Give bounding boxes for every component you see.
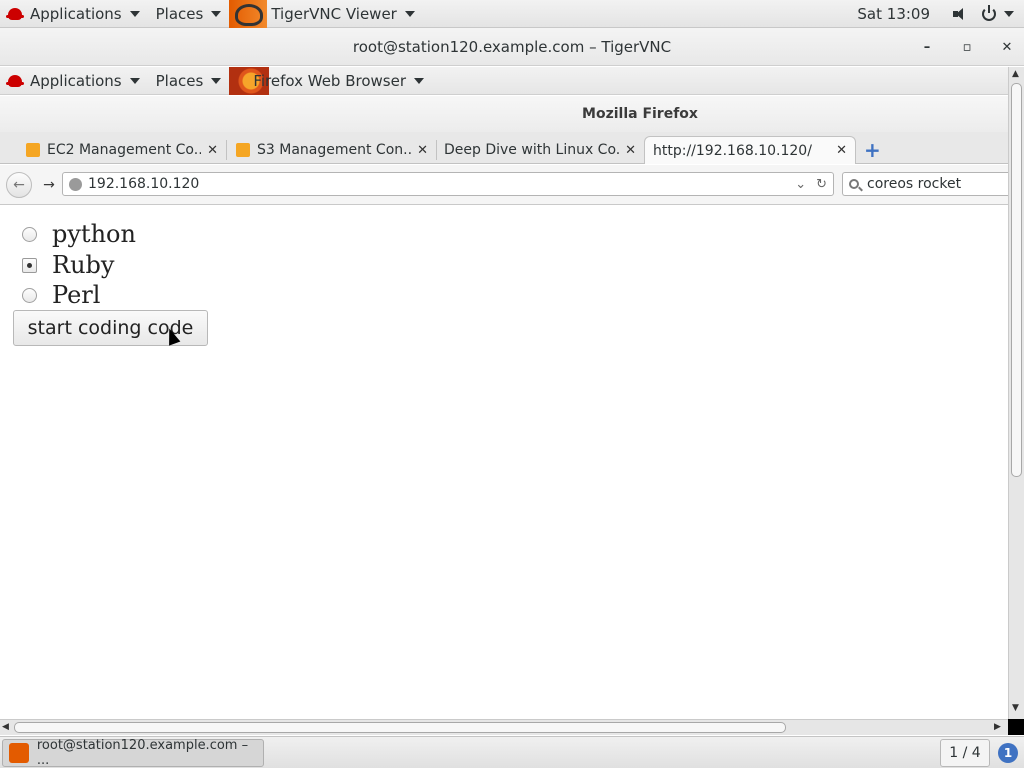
redhat-logo-icon (6, 74, 24, 87)
notification-badge[interactable]: 1 (998, 743, 1018, 763)
url-bar[interactable]: 192.168.10.120 ⌄ ↻ (62, 172, 834, 196)
scroll-right-icon[interactable]: ▶ (994, 722, 1001, 732)
remote-places-label: Places (155, 71, 204, 90)
globe-icon (69, 177, 82, 191)
close-tab-icon[interactable]: ✕ (625, 143, 636, 158)
radio-option-python[interactable]: python (22, 220, 136, 248)
minimize-button[interactable]: – (920, 40, 934, 55)
remote-applications-label: Applications (30, 71, 122, 90)
scroll-down-icon[interactable]: ▼ (1012, 703, 1019, 713)
close-tab-icon[interactable]: ✕ (836, 143, 847, 158)
tab-s3[interactable]: S3 Management Con... ✕ (228, 136, 436, 164)
chevron-down-icon (414, 77, 425, 84)
vnc-window-title: root@station120.example.com – TigerVNC (352, 37, 672, 56)
taskbar-window-item[interactable]: root@station120.example.com – ... (2, 738, 264, 768)
aws-box-icon (236, 143, 250, 157)
tab-active-page[interactable]: http://192.168.10.120/ ✕ (644, 136, 856, 164)
chevron-down-icon[interactable] (1004, 10, 1014, 17)
radio-label: Ruby (52, 251, 115, 279)
aws-box-icon (26, 143, 40, 157)
url-text[interactable]: 192.168.10.120 (88, 176, 199, 192)
bottom-taskbar: root@station120.example.com – ... 1 / 4 … (0, 736, 1024, 768)
chevron-down-icon (404, 10, 415, 17)
scrollbar-corner (1008, 719, 1024, 735)
history-dropdown-icon[interactable]: ⌄ (795, 177, 806, 192)
taskbar-window-label: root@station120.example.com – ... (36, 738, 249, 768)
firefox-window-title: Mozilla Firefox (582, 106, 698, 122)
firefox-window-titlebar[interactable]: Mozilla Firefox (0, 96, 1010, 132)
active-app-label: TigerVNC Viewer (271, 4, 397, 23)
clock[interactable]: Sat 13:09 (857, 5, 930, 23)
remote-active-app-menu[interactable]: Firefox Web Browser (229, 66, 432, 95)
tab-ec2[interactable]: EC2 Management Co... ✕ (18, 136, 226, 164)
chevron-down-icon (211, 10, 222, 17)
arrow-right-icon: → (43, 176, 55, 193)
search-bar[interactable]: coreos rocket (842, 172, 1010, 196)
close-tab-icon[interactable]: ✕ (417, 143, 428, 158)
applications-menu-label: Applications (30, 4, 122, 23)
maximize-button[interactable]: ▫ (960, 40, 974, 55)
chevron-down-icon (129, 10, 140, 17)
close-window-button[interactable]: ✕ (1000, 40, 1014, 55)
radio-button[interactable] (22, 287, 37, 303)
radio-option-ruby[interactable]: Ruby (22, 251, 114, 279)
tab-label: S3 Management Con... (257, 142, 412, 158)
tab-label: http://192.168.10.120/ (653, 142, 812, 159)
radio-option-perl[interactable]: Perl (22, 281, 100, 309)
scroll-left-icon[interactable]: ◀ (2, 722, 9, 732)
forward-button[interactable]: → (36, 172, 62, 198)
redhat-logo-icon (6, 7, 24, 20)
vertical-scroll-thumb[interactable] (1011, 83, 1022, 477)
remote-places-menu[interactable]: Places (148, 67, 230, 95)
power-icon[interactable] (982, 4, 996, 21)
tab-separator (226, 140, 227, 160)
radio-label: python (52, 220, 136, 248)
tab-bar: EC2 Management Co... ✕ S3 Management Con… (0, 132, 1010, 164)
search-icon (849, 179, 859, 189)
places-menu-label: Places (155, 4, 204, 23)
remote-active-app-label: Firefox Web Browser (253, 71, 407, 90)
applications-menu[interactable]: Applications (0, 0, 148, 28)
vertical-scrollbar[interactable]: ▲ ▼ (1008, 67, 1024, 719)
tab-deep-dive[interactable]: Deep Dive with Linux Co... ✕ (436, 136, 644, 164)
places-menu[interactable]: Places (148, 0, 230, 28)
close-tab-icon[interactable]: ✕ (207, 143, 218, 158)
tigervnc-icon (9, 743, 29, 763)
new-tab-icon[interactable]: + (864, 138, 881, 162)
page-content: python Ruby Perl start coding code (0, 206, 1008, 718)
radio-label: Perl (52, 281, 101, 309)
back-button[interactable]: ← (6, 171, 32, 198)
tigervnc-icon (229, 0, 268, 28)
remote-applications-menu[interactable]: Applications (0, 67, 148, 95)
reload-icon[interactable]: ↻ (816, 177, 827, 192)
radio-button-checked[interactable] (22, 257, 37, 273)
search-text[interactable]: coreos rocket (867, 176, 961, 192)
radio-button[interactable] (22, 226, 37, 242)
chevron-down-icon (129, 77, 140, 84)
volume-icon[interactable] (952, 6, 968, 22)
tab-label: Deep Dive with Linux Co... (444, 142, 620, 158)
vnc-window-titlebar[interactable]: root@station120.example.com – TigerVNC –… (0, 28, 1024, 66)
horizontal-scrollbar[interactable]: ◀ ▶ (0, 719, 1008, 735)
arrow-left-icon: ← (13, 176, 25, 193)
scroll-up-icon[interactable]: ▲ (1012, 69, 1019, 79)
workspace-indicator[interactable]: 1 / 4 (940, 739, 990, 767)
remote-top-bar: Applications Places Firefox Web Browser (0, 66, 1010, 95)
navigation-bar: ← → 192.168.10.120 ⌄ ↻ coreos rocket (0, 165, 1010, 205)
system-top-bar: Applications Places TigerVNC Viewer Sat … (0, 0, 1024, 28)
active-app-menu[interactable]: TigerVNC Viewer (229, 0, 423, 28)
tab-label: EC2 Management Co... (47, 142, 202, 158)
horizontal-scroll-thumb[interactable] (14, 722, 786, 733)
chevron-down-icon (211, 77, 222, 84)
